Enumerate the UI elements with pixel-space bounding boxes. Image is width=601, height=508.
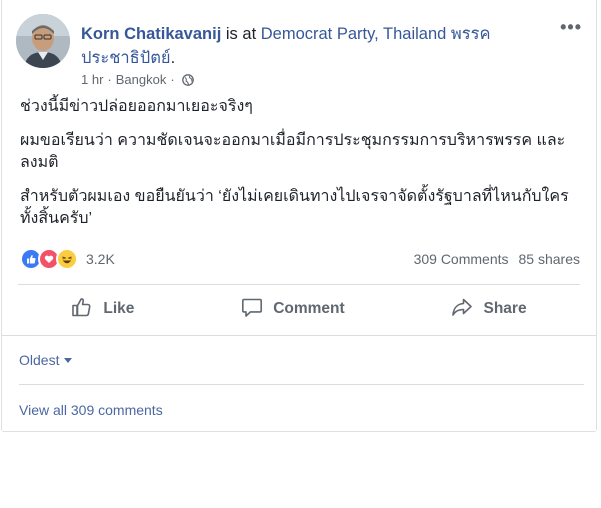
share-label: Share [483, 300, 527, 317]
post-paragraph: ช่วงนี้มีข่าวปล่อยออกมาเยอะจริงๆ [20, 98, 253, 115]
divider [19, 384, 584, 385]
meta-separator: · [107, 72, 112, 87]
post-title-line: Korn Chatikavanij is at Democrat Party, … [81, 22, 531, 70]
comment-icon [241, 296, 263, 323]
more-options-icon[interactable]: ••• [560, 18, 582, 36]
author-name[interactable]: Korn Chatikavanij [81, 25, 221, 43]
like-button[interactable]: Like [71, 296, 134, 323]
haha-reaction-icon[interactable] [56, 248, 78, 270]
like-icon [71, 296, 93, 323]
comment-button[interactable]: Comment [241, 296, 345, 323]
post-place[interactable]: Bangkok [116, 72, 167, 87]
post-paragraph: สำหรับตัวผมเอง ขอยืนยันว่า ‘ยังไม่เคยเดิ… [20, 188, 569, 227]
comment-label: Comment [273, 300, 345, 317]
caret-down-icon [64, 357, 73, 363]
globe-icon[interactable] [181, 73, 194, 86]
post-time[interactable]: 1 hr [81, 72, 103, 87]
share-button[interactable]: Share [451, 296, 527, 323]
divider [18, 284, 580, 285]
reaction-icons[interactable] [20, 248, 78, 270]
reaction-count[interactable]: 3.2K [86, 251, 115, 267]
engagement-counts: 309 Comments 85 shares [414, 251, 580, 267]
meta-separator-2: · [170, 72, 175, 87]
reactions-summary: 3.2K 309 Comments 85 shares [20, 246, 580, 272]
share-icon [451, 296, 473, 323]
post-actions: Like Comment Share [18, 290, 580, 328]
comments-section: Oldest View all 309 comments [2, 335, 596, 431]
comments-count[interactable]: 309 Comments [414, 251, 509, 267]
avatar[interactable] [16, 14, 70, 68]
post-paragraph: ผมขอเรียนว่า ความชัดเจนจะออกมาเมื่อมีการ… [20, 132, 566, 171]
view-all-comments-link[interactable]: View all 309 comments [19, 402, 163, 418]
comment-sort-label: Oldest [19, 352, 60, 368]
post-card: Korn Chatikavanij is at Democrat Party, … [1, 0, 597, 432]
location-suffix: . [170, 49, 176, 67]
post-content: ช่วงนี้มีข่าวปล่อยออกมาเยอะจริงๆ ผมขอเรี… [20, 96, 582, 242]
post-header: Korn Chatikavanij is at Democrat Party, … [16, 14, 584, 96]
location-prefix: is at [225, 25, 257, 43]
shares-count[interactable]: 85 shares [519, 251, 580, 267]
comment-sort-dropdown[interactable]: Oldest [19, 352, 73, 368]
post-meta: 1 hr · Bangkok · [81, 72, 194, 87]
like-label: Like [103, 300, 135, 317]
